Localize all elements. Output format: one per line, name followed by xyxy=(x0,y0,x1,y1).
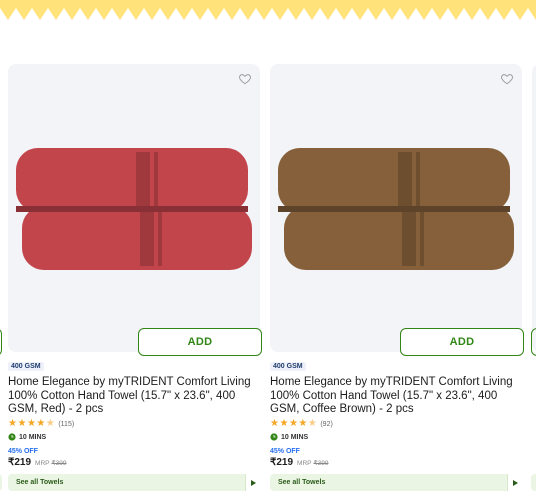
star-icon: ★ xyxy=(298,418,308,429)
next-card-see-all[interactable] xyxy=(531,474,536,491)
discount-label: 45% OFF xyxy=(270,448,300,455)
next-card-add-button[interactable] xyxy=(531,328,536,356)
star-icon: ★ xyxy=(26,418,36,429)
eta-text: 10 MINS xyxy=(281,433,309,441)
mrp-price: ₹399 xyxy=(313,460,329,467)
price: ₹219 xyxy=(270,457,294,468)
add-to-cart-button[interactable]: ADD xyxy=(400,328,524,356)
clock-icon xyxy=(270,433,278,441)
product-image[interactable] xyxy=(270,64,522,352)
star-icon: ★ xyxy=(288,418,298,429)
prev-card-add-button[interactable] xyxy=(0,328,2,356)
mrp-label: MRP xyxy=(297,460,312,467)
variant-badge: 400 GSM xyxy=(270,362,306,371)
heart-icon[interactable] xyxy=(238,72,252,86)
discount-label: 45% OFF xyxy=(8,448,38,455)
heart-icon[interactable] xyxy=(500,72,514,86)
prev-card-see-all[interactable] xyxy=(0,474,2,491)
price: ₹219 xyxy=(8,457,32,468)
rating: ★ ★ ★ ★ ★ (92) xyxy=(270,419,333,429)
top-zigzag-banner xyxy=(0,0,536,20)
chevron-right-icon xyxy=(507,474,522,491)
product-title[interactable]: Home Elegance by myTRIDENT Comfort Livin… xyxy=(270,376,520,417)
next-card-image[interactable] xyxy=(532,64,536,352)
mrp-price: ₹399 xyxy=(51,460,67,467)
clock-icon xyxy=(8,433,16,441)
star-icon: ★ xyxy=(17,418,27,429)
chevron-right-icon xyxy=(245,474,260,491)
product-title[interactable]: Home Elegance by myTRIDENT Comfort Livin… xyxy=(8,376,258,417)
rating: ★ ★ ★ ★ ★ (115) xyxy=(8,419,74,429)
towel-illustration xyxy=(278,148,514,270)
towel-illustration xyxy=(16,148,252,270)
see-all-label: See all Towels xyxy=(278,479,326,486)
price-row: ₹219 MRP ₹399 xyxy=(270,457,328,468)
eta-text: 10 MINS xyxy=(19,433,47,441)
review-count: (115) xyxy=(58,420,75,428)
price-row: ₹219 MRP ₹399 xyxy=(8,457,66,468)
mrp-label: MRP xyxy=(35,460,50,467)
delivery-eta: 10 MINS xyxy=(8,433,46,441)
product-image[interactable] xyxy=(8,64,260,352)
delivery-eta: 10 MINS xyxy=(270,433,308,441)
star-icon: ★ xyxy=(270,418,279,429)
review-count: (92) xyxy=(320,420,333,428)
star-icon: ★ xyxy=(279,418,289,429)
star-half-icon: ★ xyxy=(307,418,317,429)
variant-badge: 400 GSM xyxy=(8,362,44,371)
see-all-towels-link[interactable]: See all Towels xyxy=(270,474,522,491)
star-icon: ★ xyxy=(8,418,17,429)
star-half-icon: ★ xyxy=(45,418,55,429)
see-all-towels-link[interactable]: See all Towels xyxy=(8,474,260,491)
add-to-cart-button[interactable]: ADD xyxy=(138,328,262,356)
star-icon: ★ xyxy=(36,418,46,429)
see-all-label: See all Towels xyxy=(16,479,64,486)
